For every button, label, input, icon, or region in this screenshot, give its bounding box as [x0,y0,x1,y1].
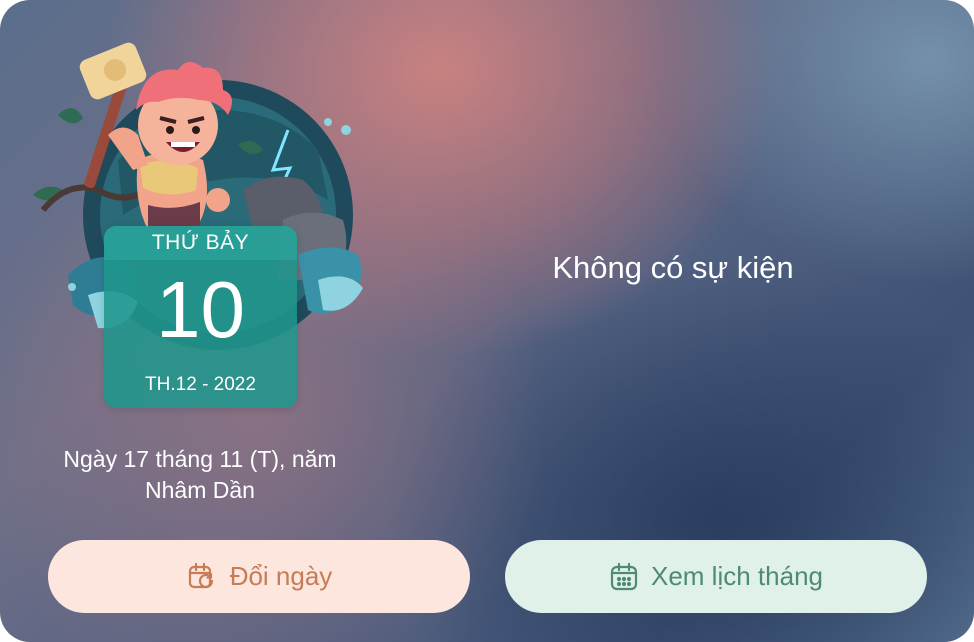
lunar-date-line1: Ngày 17 tháng 11 (T), năm [63,446,337,472]
date-card: THỨ BẢY 10 TH.12 - 2022 [104,226,297,408]
calendar-icon [610,562,638,590]
change-date-label: Đổi ngày [229,561,333,591]
calendar-widget: THỨ BẢY 10 TH.12 - 2022 Ngày 17 tháng 11… [0,0,974,642]
change-date-button[interactable]: Đổi ngày [48,540,470,613]
lunar-date: Ngày 17 tháng 11 (T), năm Nhâm Dần [40,444,360,506]
no-events-message: Không có sự kiện [552,250,794,285]
weekday-label: THỨ BẢY [104,226,297,260]
month-view-button[interactable]: Xem lịch tháng [505,540,927,613]
lunar-date-line2: Nhâm Dần [145,477,255,503]
calendar-refresh-icon [188,562,213,588]
month-view-label: Xem lịch tháng [651,561,823,591]
day-number: 10 [156,265,245,354]
month-year-label: TH.12 - 2022 [145,374,256,395]
